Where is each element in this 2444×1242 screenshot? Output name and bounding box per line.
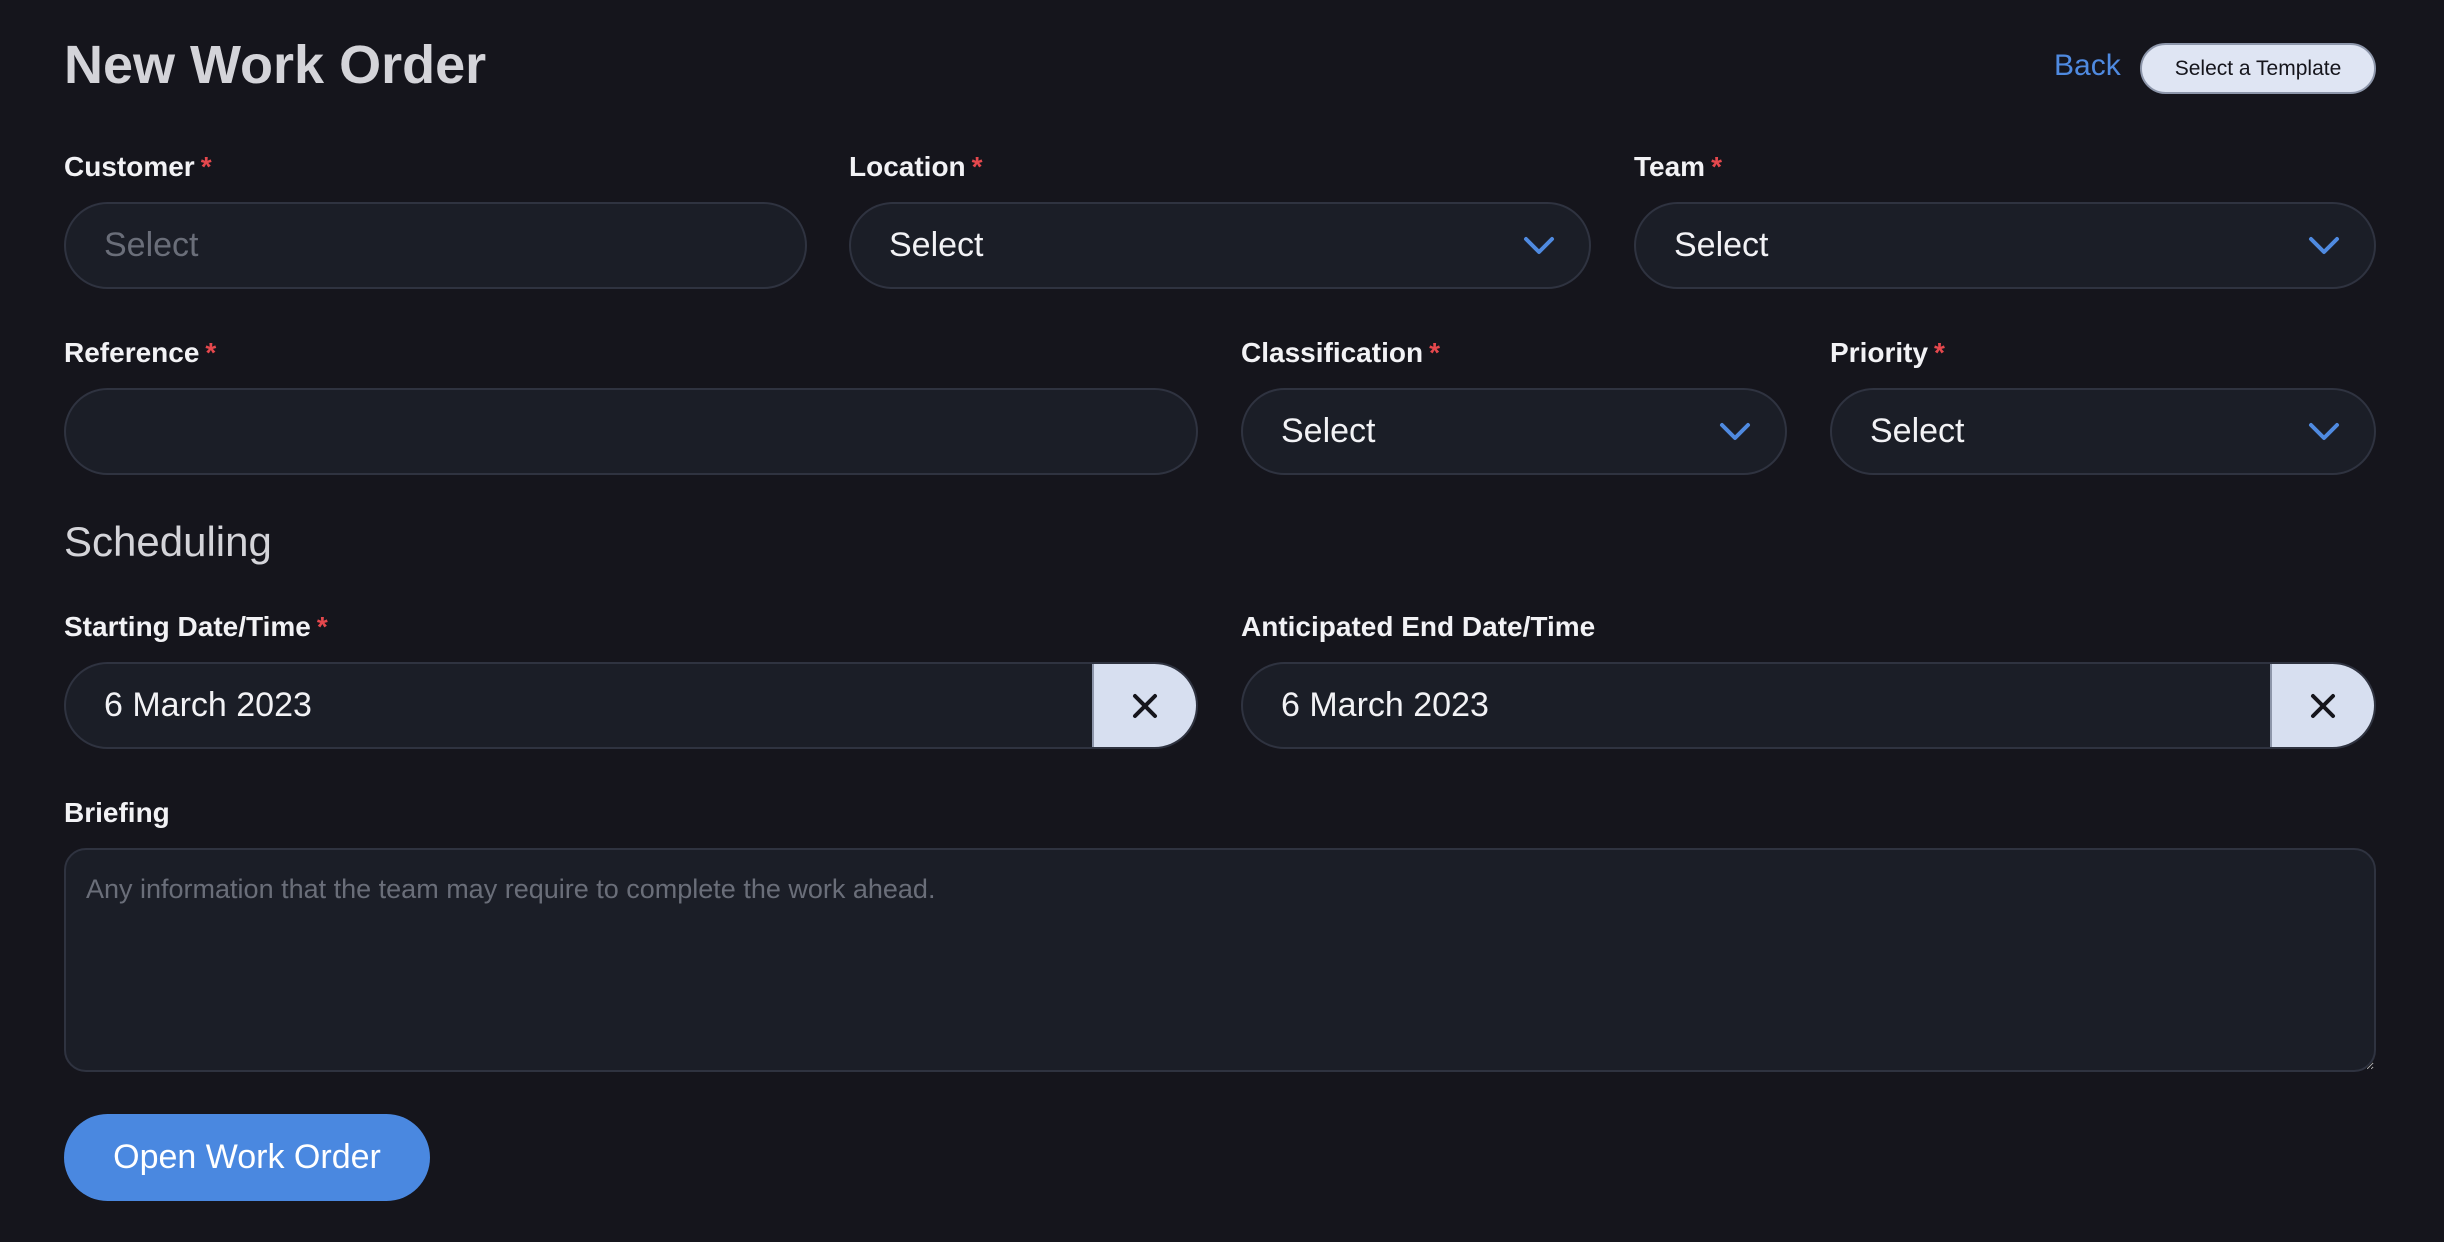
location-select[interactable]: Select <box>849 202 1591 289</box>
classification-select[interactable]: Select <box>1241 388 1787 475</box>
start-date-input[interactable]: 6 March 2023 <box>66 664 1092 747</box>
classification-label-text: Classification <box>1241 337 1424 368</box>
briefing-textarea[interactable] <box>64 848 2376 1072</box>
reference-label: Reference * <box>64 336 216 370</box>
classification-label: Classification * <box>1241 336 1440 370</box>
back-link[interactable]: Back <box>2054 46 2121 86</box>
classification-select-value: Select <box>1281 412 1376 450</box>
team-select-value: Select <box>1674 226 1769 264</box>
required-marker: * <box>971 151 983 182</box>
team-label-text: Team <box>1634 151 1706 182</box>
required-marker: * <box>1934 337 1945 368</box>
team-select[interactable]: Select <box>1634 202 2376 289</box>
priority-select[interactable]: Select <box>1830 388 2376 475</box>
location-label: Location * <box>849 150 983 184</box>
required-marker: * <box>1711 151 1722 182</box>
customer-select[interactable]: Select <box>64 202 807 289</box>
scheduling-heading: Scheduling <box>64 518 272 565</box>
location-label-text: Location <box>849 151 966 182</box>
end-date-label-text: Anticipated End Date/Time <box>1241 611 1596 642</box>
open-work-order-button[interactable]: Open Work Order <box>64 1114 430 1201</box>
chevron-down-icon <box>1720 422 1750 440</box>
location-select-value: Select <box>889 226 984 264</box>
priority-select-value: Select <box>1870 412 1965 450</box>
reference-input[interactable] <box>64 388 1198 475</box>
start-date-label: Starting Date/Time * <box>64 610 328 644</box>
customer-label: Customer * <box>64 150 212 184</box>
page-title: New Work Order <box>64 35 487 95</box>
briefing-label: Briefing <box>64 797 170 828</box>
select-template-button[interactable]: Select a Template <box>2140 43 2376 94</box>
required-marker: * <box>1429 337 1440 368</box>
required-marker: * <box>316 611 328 642</box>
close-icon <box>2311 693 2335 718</box>
start-date-field: 6 March 2023 <box>64 662 1198 749</box>
priority-label-text: Priority <box>1830 337 1929 368</box>
start-date-clear-button[interactable] <box>1092 664 1196 747</box>
close-icon <box>1133 693 1157 718</box>
required-marker: * <box>205 337 217 368</box>
end-date-input[interactable]: 6 March 2023 <box>1243 664 2270 747</box>
new-work-order-page: New Work Order Back Select a Template Cu… <box>0 0 2444 1242</box>
customer-label-text: Customer <box>64 151 195 182</box>
required-marker: * <box>200 151 212 182</box>
chevron-down-icon <box>1524 236 1554 254</box>
end-date-field: 6 March 2023 <box>1241 662 2376 749</box>
end-date-clear-button[interactable] <box>2270 664 2374 747</box>
priority-label: Priority * <box>1830 336 1945 370</box>
end-date-label: Anticipated End Date/Time <box>1241 610 1595 644</box>
start-date-label-text: Starting Date/Time <box>64 611 311 642</box>
reference-label-text: Reference <box>64 337 200 368</box>
chevron-down-icon <box>2309 422 2339 440</box>
team-label: Team * <box>1634 150 1722 184</box>
chevron-down-icon <box>2309 236 2339 254</box>
